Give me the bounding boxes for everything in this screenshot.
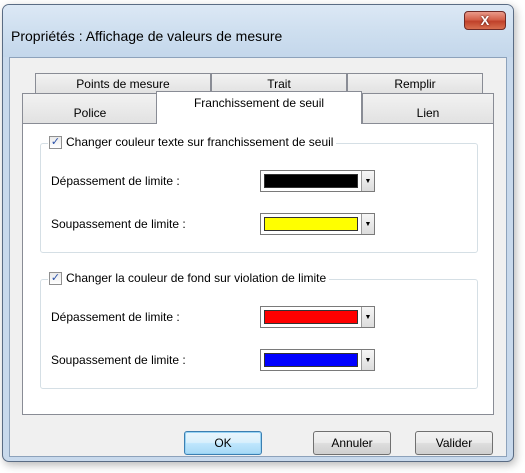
ok-button[interactable]: OK	[184, 431, 262, 455]
text-underrun-label: Soupassement de limite :	[51, 217, 186, 231]
tab-label: Lien	[416, 106, 440, 120]
chevron-down-icon[interactable]: ▼	[361, 307, 374, 327]
chevron-down-icon[interactable]: ▼	[361, 171, 374, 191]
text-color-group: ✓ Changer couleur texte sur franchisseme…	[40, 135, 478, 253]
tab-label: Trait	[267, 77, 291, 91]
background-overrun-color-swatch	[264, 310, 358, 324]
background-underrun-color-picker[interactable]: ▼	[260, 349, 375, 371]
background-color-checkbox[interactable]: ✓	[49, 271, 62, 285]
background-color-option[interactable]: ✓ Changer la couleur de fond sur violati…	[48, 271, 330, 285]
background-color-group: ✓ Changer la couleur de fond sur violati…	[40, 271, 478, 389]
text-color-checkbox-label: Changer couleur texte sur franchissement…	[66, 135, 334, 149]
text-underrun-color-picker[interactable]: ▼	[260, 213, 375, 235]
tab-label: Franchissement de seuil	[193, 96, 325, 110]
background-underrun-color-swatch	[264, 353, 358, 367]
window-title: Propriétés : Affichage de valeurs de mes…	[11, 28, 283, 44]
checkmark-icon: ✓	[50, 135, 61, 148]
properties-dialog: Propriétés : Affichage de valeurs de mes…	[2, 4, 514, 462]
text-overrun-color-swatch	[264, 174, 358, 188]
dialog-client-area: Points de mesure Trait Remplir Police Fr…	[9, 57, 507, 457]
text-underrun-color-swatch	[264, 217, 358, 231]
checkmark-icon: ✓	[50, 271, 61, 284]
background-underrun-label: Soupassement de limite :	[51, 353, 186, 367]
tab-police[interactable]: Police	[22, 93, 158, 124]
tab-panel: ✓ Changer couleur texte sur franchisseme…	[22, 123, 494, 415]
tab-label: Police	[73, 106, 107, 120]
tab-franchissement-de-seuil[interactable]: Franchissement de seuil	[156, 91, 362, 124]
tab-label: Points de mesure	[76, 77, 170, 91]
close-button[interactable]: X	[464, 11, 506, 30]
tab-lien[interactable]: Lien	[362, 93, 494, 124]
close-icon: X	[480, 13, 490, 28]
text-overrun-label: Dépassement de limite :	[51, 174, 180, 188]
background-overrun-label: Dépassement de limite :	[51, 310, 180, 324]
cancel-button-label: Annuler	[331, 436, 373, 450]
apply-button[interactable]: Valider	[415, 431, 493, 455]
ok-button-label: OK	[214, 436, 232, 450]
background-overrun-color-picker[interactable]: ▼	[260, 306, 375, 328]
chevron-down-icon[interactable]: ▼	[361, 350, 374, 370]
text-overrun-color-picker[interactable]: ▼	[260, 170, 375, 192]
tab-label: Remplir	[394, 77, 436, 91]
tab-remplir[interactable]: Remplir	[347, 73, 483, 94]
cancel-button[interactable]: Annuler	[313, 431, 391, 455]
background-color-checkbox-label: Changer la couleur de fond sur violation…	[66, 271, 327, 285]
title-bar[interactable]: Propriétés : Affichage de valeurs de mes…	[3, 5, 513, 57]
chevron-down-icon[interactable]: ▼	[361, 214, 374, 234]
text-color-option[interactable]: ✓ Changer couleur texte sur franchisseme…	[48, 135, 337, 149]
text-color-checkbox[interactable]: ✓	[49, 135, 62, 149]
apply-button-label: Valider	[435, 436, 473, 450]
